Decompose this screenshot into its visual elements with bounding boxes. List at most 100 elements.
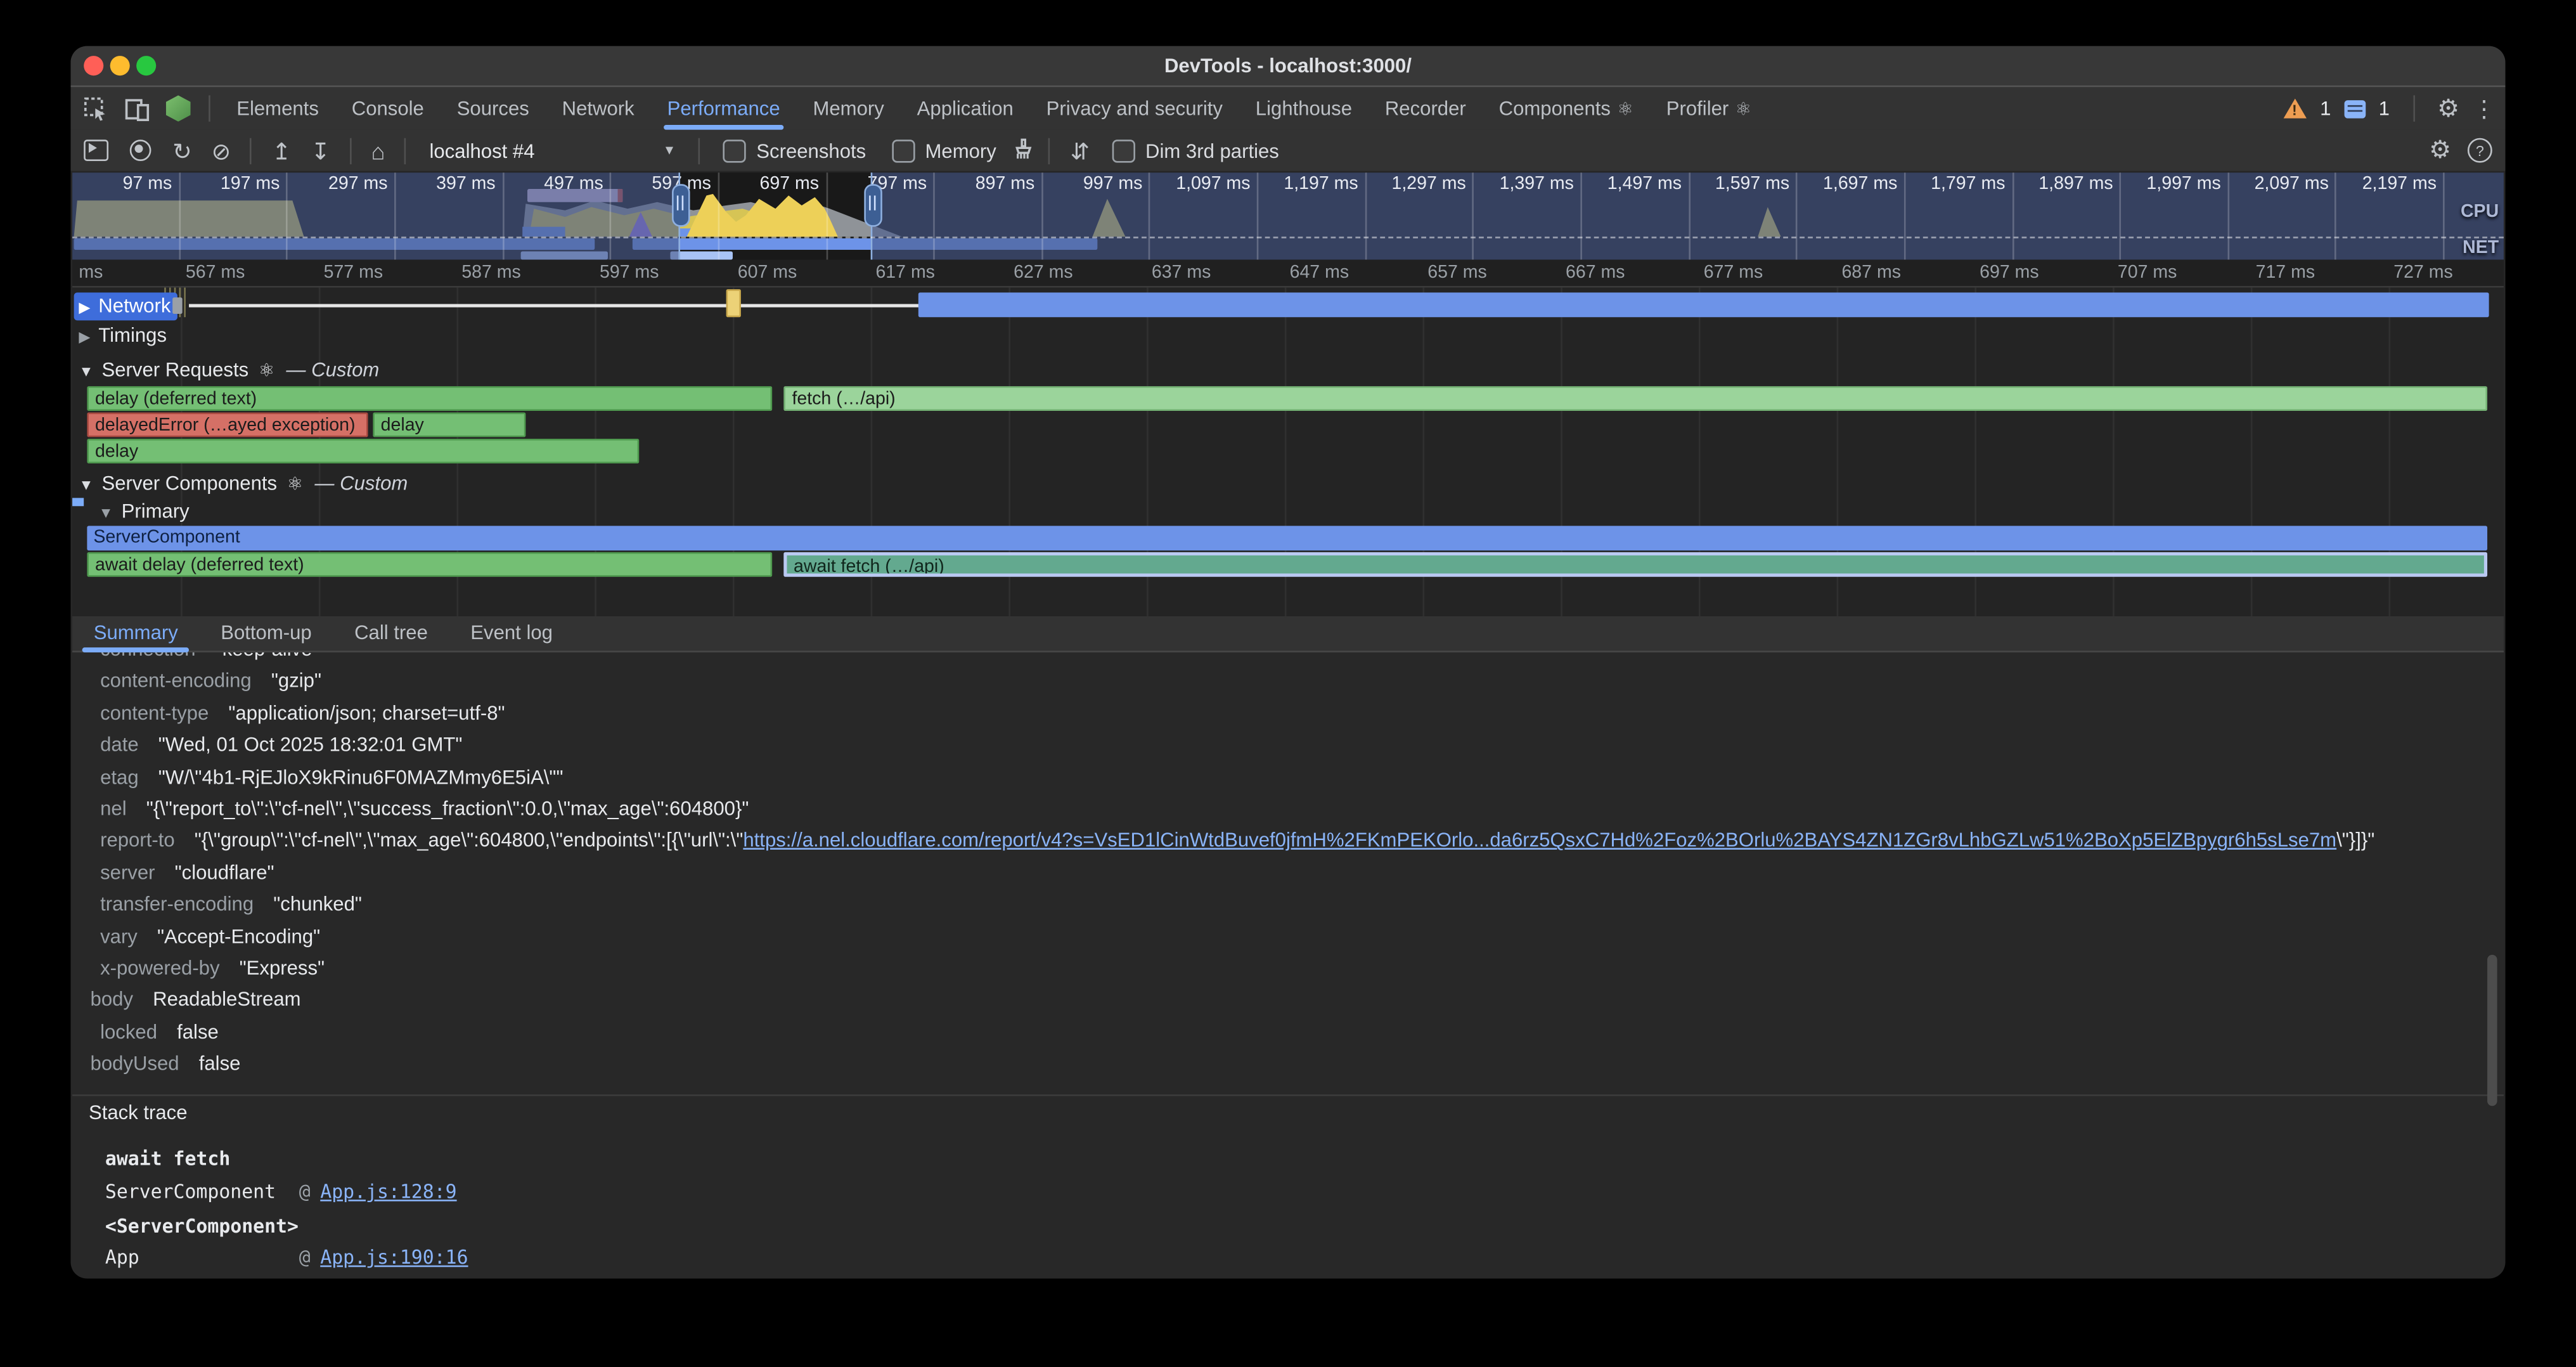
details-tab-call-tree[interactable]: Call tree: [333, 616, 449, 651]
kebab-menu-icon[interactable]: ⋮: [2473, 94, 2496, 122]
upload-profile-icon[interactable]: ↥: [272, 139, 291, 162]
property-row-x-powered-by: x-powered-by"Express": [100, 953, 325, 984]
primary-group-label[interactable]: ▼Primary: [99, 500, 190, 522]
network-track-label[interactable]: ▶Network: [74, 292, 177, 320]
checkbox-box[interactable]: [723, 139, 746, 162]
record-button[interactable]: [130, 139, 151, 161]
checkbox-screenshots[interactable]: Screenshots: [723, 139, 866, 162]
property-value: "Wed, 01 Oct 2025 18:32:01 GMT": [158, 730, 463, 761]
tab-recorder[interactable]: Recorder: [1368, 87, 1483, 129]
collapse-tracks-icon[interactable]: ⇵: [1070, 139, 1089, 162]
tab-sources[interactable]: Sources: [441, 87, 546, 129]
event-bar-await delay (deferred text)[interactable]: await delay (deferred text): [87, 552, 773, 577]
report-to-url-link[interactable]: https://a.nel.cloudflare.com/report/v4?s…: [743, 829, 2336, 852]
overview-window-handle[interactable]: [679, 172, 681, 259]
stack-frame: ServerComponent@App.js:128:9: [105, 1177, 457, 1207]
net-label: NET: [2463, 238, 2499, 258]
ruler-tick-label: 597 ms: [600, 263, 659, 283]
timings-track-label[interactable]: ▶Timings: [79, 324, 167, 347]
overview-gridline: [2335, 172, 2337, 259]
tab-network[interactable]: Network: [546, 87, 651, 129]
title-bar: DevTools - localhost:3000/: [70, 46, 2505, 87]
event-bar-delayedError (…ayed exception)[interactable]: delayedError (…ayed exception): [87, 413, 368, 437]
node-icon[interactable]: [166, 95, 191, 121]
device-toolbar-icon[interactable]: [125, 96, 150, 121]
details-tab-summary[interactable]: Summary: [72, 616, 199, 651]
settings-gear-icon[interactable]: ⚙: [2437, 96, 2459, 121]
issues-icon[interactable]: [2344, 100, 2366, 118]
inspect-element-icon[interactable]: [84, 96, 108, 121]
tab-elements[interactable]: Elements: [220, 87, 335, 129]
overview-gridline: [1257, 172, 1259, 259]
details-tab-bottom-up[interactable]: Bottom-up: [200, 616, 333, 651]
tab-privacy-and-security[interactable]: Privacy and security: [1030, 87, 1239, 129]
source-location-link[interactable]: App.js:190:16: [320, 1246, 468, 1269]
timeline-tracks: ms567 ms577 ms587 ms597 ms607 ms617 ms62…: [72, 260, 2504, 616]
tab-application[interactable]: Application: [901, 87, 1030, 129]
ruler-tick-label: 637 ms: [1152, 263, 1211, 283]
tabbar-right-controls: ! 1 1 ⚙ ⋮: [2284, 87, 2496, 129]
overview-gridline: [1472, 172, 1474, 259]
tab-console[interactable]: Console: [335, 87, 441, 129]
ruler-tick-label: 577 ms: [324, 263, 383, 283]
ruler-tick-label: 707 ms: [2118, 263, 2177, 283]
handle-grip[interactable]: [863, 184, 882, 226]
warning-icon[interactable]: !: [2284, 99, 2307, 119]
details-tab-event-log[interactable]: Event log: [449, 616, 574, 651]
clear-icon[interactable]: ⊘: [212, 139, 231, 162]
ruler-tick-label: 687 ms: [1841, 263, 1901, 283]
overview-gridline: [2012, 172, 2014, 259]
download-profile-icon[interactable]: ↧: [311, 139, 330, 162]
event-bar-fetch (…/api)[interactable]: fetch (…/api): [784, 386, 2489, 411]
event-bar-ServerComponent[interactable]: ServerComponent: [87, 526, 2488, 550]
primary-group-marker: [72, 498, 84, 506]
server-components-track-header[interactable]: ▼Server Components⚛— Custom: [79, 472, 408, 495]
property-value: ReadableStream: [153, 985, 300, 1016]
handle-grip[interactable]: [671, 184, 690, 226]
event-bar-delay (deferred text)[interactable]: delay (deferred text): [87, 386, 773, 411]
source-location-link[interactable]: App.js:128:9: [320, 1180, 456, 1203]
capture-settings-gear-icon[interactable]: ⚙: [2429, 138, 2451, 163]
event-bar-delay[interactable]: delay: [373, 413, 526, 437]
scrollbar-thumb[interactable]: [2487, 955, 2497, 1106]
tab-profiler[interactable]: Profiler⚛: [1650, 87, 1768, 129]
toggle-sidebar-icon[interactable]: [84, 139, 108, 161]
tab-components[interactable]: Components⚛: [1483, 87, 1650, 129]
ruler-tick-label: ms: [79, 263, 103, 283]
overview-gridline: [610, 172, 612, 259]
overview-window-handle[interactable]: [871, 172, 873, 259]
timeline-overview[interactable]: 97 ms197 ms297 ms397 ms497 ms597 ms697 m…: [72, 172, 2504, 259]
stack-trace-title: Stack trace: [89, 1101, 188, 1124]
overview-tick-label: 1,697 ms: [1823, 174, 1897, 194]
overview-tick-label: 1,097 ms: [1176, 174, 1250, 194]
network-track-grip[interactable]: [172, 297, 183, 314]
show-ignore-listed-frames-link[interactable]: Show ignore-listed frames: [105, 1275, 390, 1277]
event-bar-await fetch (…/api)[interactable]: await fetch (…/api): [784, 552, 2489, 577]
stack-frame: App@App.js:190:16: [105, 1242, 468, 1272]
checkbox-memory[interactable]: Memory: [892, 139, 996, 162]
overview-gridline: [1041, 172, 1043, 259]
live-metrics-home-icon[interactable]: ⌂: [371, 139, 385, 162]
property-key: body: [91, 985, 133, 1016]
help-icon[interactable]: ?: [2468, 138, 2492, 163]
overview-tick-label: 97 ms: [123, 174, 172, 194]
overview-tick-label: 197 ms: [221, 174, 280, 194]
overview-tick-label: 897 ms: [976, 174, 1035, 194]
tab-memory[interactable]: Memory: [797, 87, 901, 129]
event-bar-yellow[interactable]: [726, 289, 741, 317]
checkbox-dim-3rd-parties[interactable]: Dim 3rd parties: [1112, 139, 1279, 162]
reload-and-record-icon[interactable]: ↻: [172, 139, 191, 162]
property-row-transfer-encoding: transfer-encoding"chunked": [100, 890, 362, 921]
garbage-collect-icon[interactable]: [1013, 137, 1036, 163]
tab-performance[interactable]: Performance: [651, 87, 797, 129]
tab-lighthouse[interactable]: Lighthouse: [1239, 87, 1368, 129]
event-bar-blue[interactable]: [919, 292, 2490, 317]
summary-pane: connection"keep-alive"content-encoding"g…: [72, 652, 2504, 1277]
history-select[interactable]: localhost #4 ▼: [430, 139, 676, 162]
toolbar-right-controls: ⚙ ?: [2429, 138, 2492, 163]
event-bar-delay[interactable]: delay: [87, 439, 639, 463]
checkbox-box[interactable]: [892, 139, 915, 162]
checkbox-box[interactable]: [1112, 139, 1135, 162]
property-value: "application/json; charset=utf-8": [228, 698, 505, 729]
server-requests-track-header[interactable]: ▼Server Requests⚛— Custom: [79, 358, 379, 381]
